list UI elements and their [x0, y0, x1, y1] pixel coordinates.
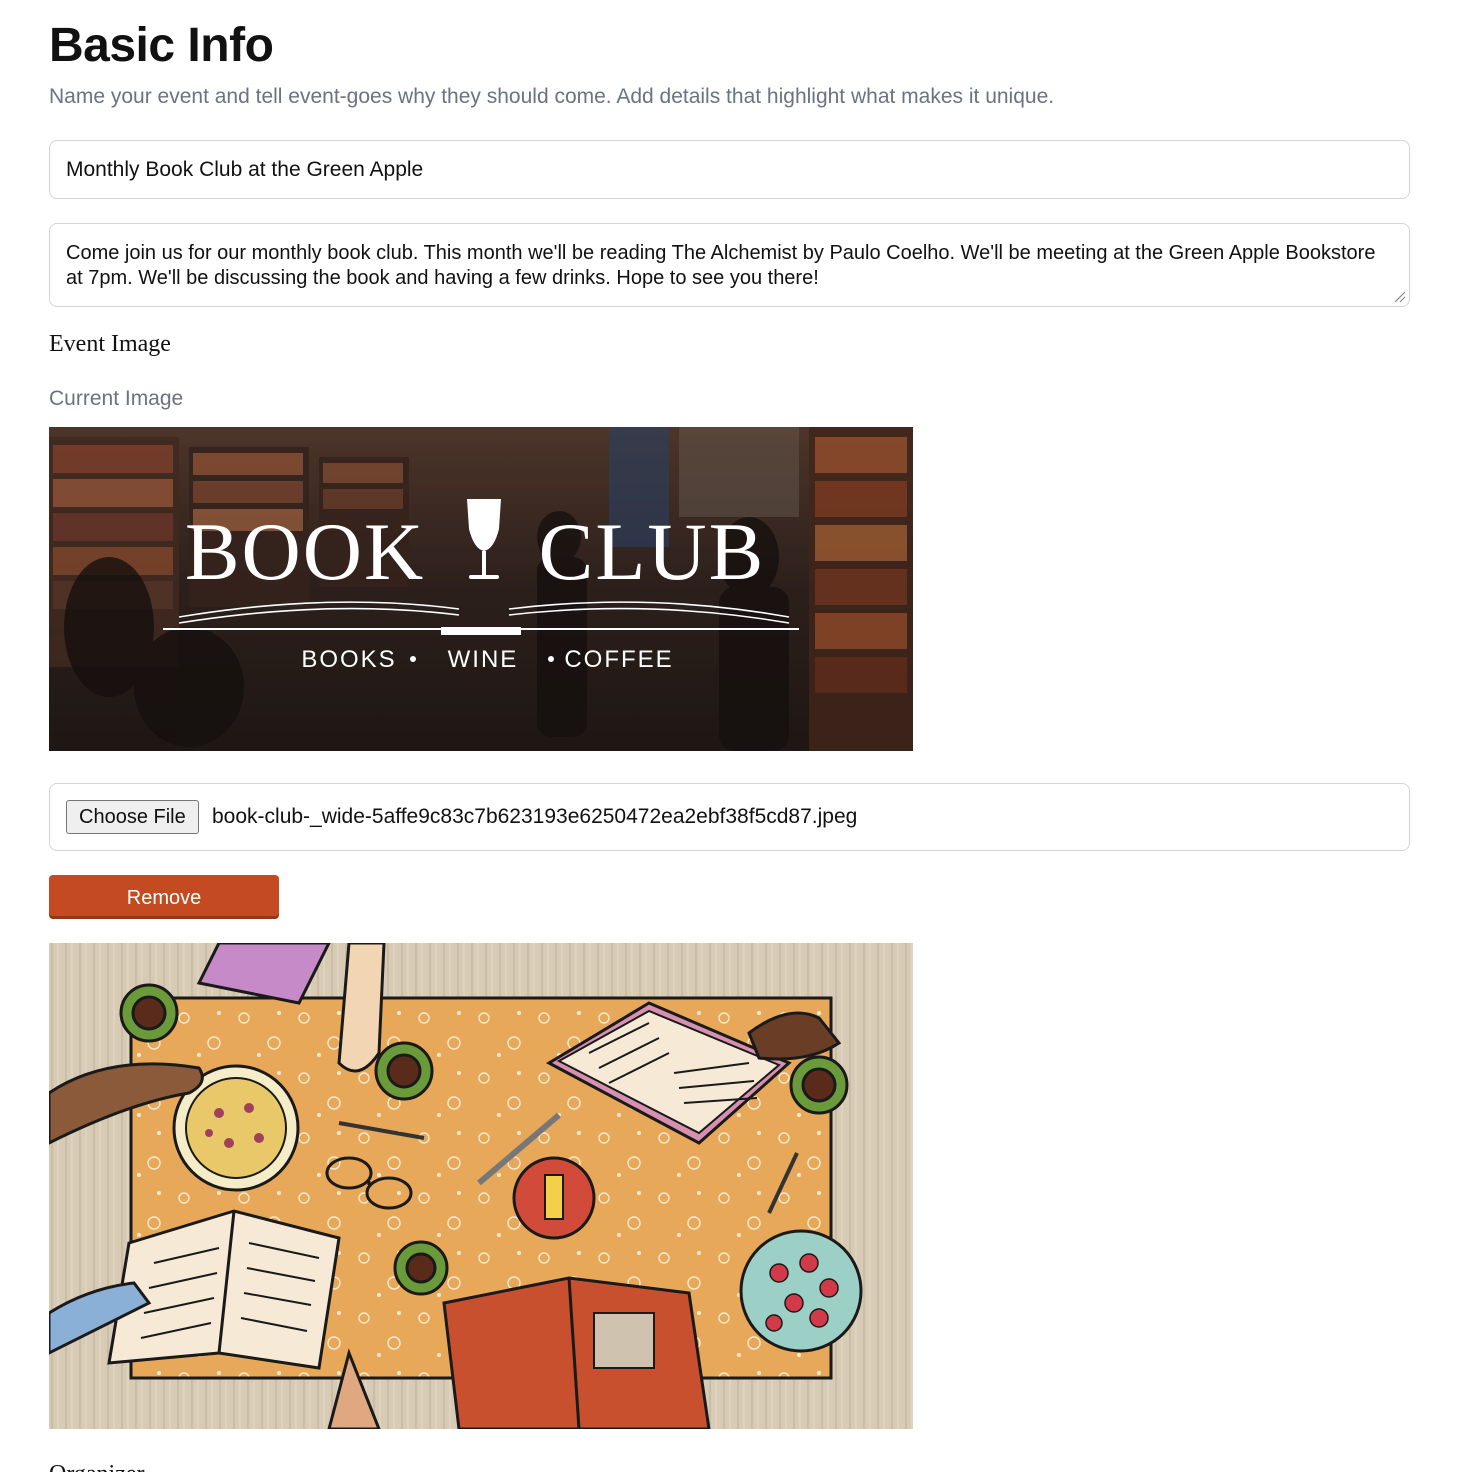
banner-wordmark-left: BOOK	[185, 506, 425, 597]
selected-file-name: book-club-_wide-5affe9c83c7b623193e62504…	[212, 805, 858, 828]
current-image-label: Current Image	[49, 387, 184, 410]
new-image-preview	[49, 943, 913, 1429]
banner-tagline-coffee: COFFEE	[564, 646, 673, 673]
banner-tagline-wine: WINE	[448, 646, 519, 673]
current-event-image: BOOK CLUB BOOKS WINE COFFEE	[49, 427, 913, 751]
organizer-section-label: Organizer	[49, 1459, 145, 1472]
remove-image-button[interactable]: Remove	[49, 875, 279, 919]
event-image-section-label: Event Image	[49, 331, 171, 357]
file-upload-field: Choose File book-club-_wide-5affe9c83c7b…	[49, 783, 1410, 851]
event-description-textarea[interactable]: Come join us for our monthly book club. …	[49, 223, 1410, 307]
page-title: Basic Info	[49, 19, 274, 72]
event-description-text: Come join us for our monthly book club. …	[66, 242, 1376, 289]
page-subtitle: Name your event and tell event-goes why …	[49, 85, 1055, 108]
event-title-input[interactable]: Monthly Book Club at the Green Apple	[49, 140, 1410, 199]
choose-file-button[interactable]: Choose File	[66, 800, 199, 834]
banner-wordmark-right: CLUB	[539, 506, 766, 597]
banner-tagline-books: BOOKS	[301, 646, 396, 673]
resize-grip-icon[interactable]	[1392, 289, 1406, 303]
